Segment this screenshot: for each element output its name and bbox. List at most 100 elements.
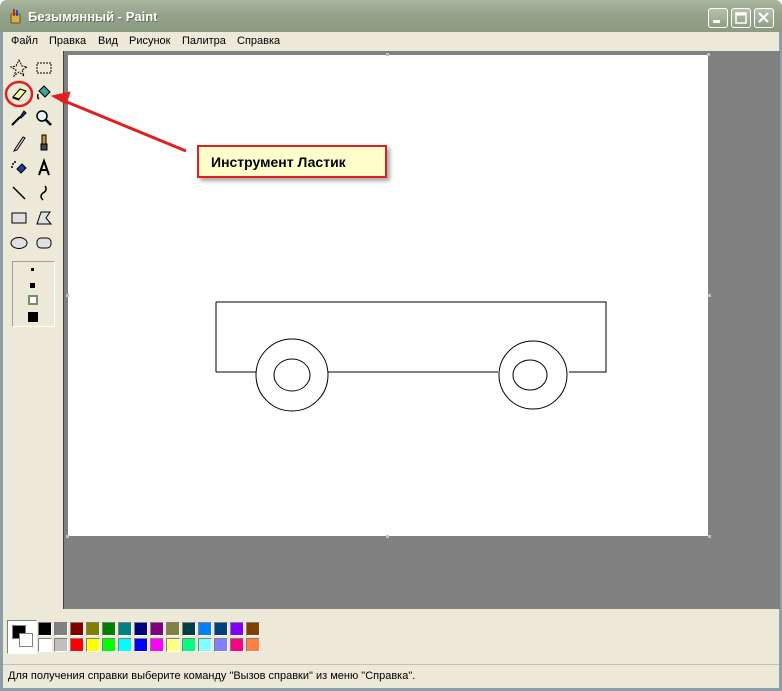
tool-options xyxy=(12,261,55,327)
palette-swatch[interactable] xyxy=(198,638,212,652)
window-frame: Файл Правка Вид Рисунок Палитра Справка xyxy=(3,32,780,688)
tool-curve[interactable] xyxy=(33,182,55,204)
menu-image[interactable]: Рисунок xyxy=(129,35,171,47)
tool-color-picker[interactable] xyxy=(8,107,30,129)
window-title: Безымянный - Paint xyxy=(28,9,158,24)
palette-swatch[interactable] xyxy=(214,638,228,652)
resize-handle-mid-left[interactable] xyxy=(66,294,69,297)
maximize-icon xyxy=(735,12,747,24)
palette-swatch[interactable] xyxy=(54,622,68,636)
rect-select-icon xyxy=(36,62,52,74)
tool-line[interactable] xyxy=(8,182,30,204)
tool-polygon[interactable] xyxy=(33,207,55,229)
resize-handle-top-right[interactable] xyxy=(707,53,710,56)
pencil-icon xyxy=(13,136,26,152)
status-text: Для получения справки выберите команду "… xyxy=(8,670,416,682)
brush-icon xyxy=(40,134,48,151)
resize-handle-bottom-right[interactable] xyxy=(708,535,711,538)
palette-swatch[interactable] xyxy=(86,622,100,636)
background-color xyxy=(19,633,33,647)
color-preview[interactable] xyxy=(7,620,37,654)
tool-text[interactable] xyxy=(33,157,55,179)
palette-swatch[interactable] xyxy=(166,638,180,652)
resize-handle-bottom-left[interactable] xyxy=(66,535,69,538)
palette-swatch[interactable] xyxy=(134,638,148,652)
airbrush-icon xyxy=(11,161,27,174)
option-size-4[interactable] xyxy=(28,312,38,322)
polygon-icon xyxy=(36,211,53,225)
curve-icon xyxy=(40,185,47,201)
palette-swatch[interactable] xyxy=(38,638,52,652)
free-select-icon xyxy=(9,58,29,78)
palette-swatch[interactable] xyxy=(198,622,212,636)
palette-swatch[interactable] xyxy=(182,638,196,652)
menu-file[interactable]: Файл xyxy=(11,35,38,47)
palette-swatch[interactable] xyxy=(150,638,164,652)
close-button[interactable] xyxy=(754,8,774,28)
drawing-canvas[interactable] xyxy=(68,55,708,536)
annotation-callout: Инструмент Ластик xyxy=(197,145,387,178)
option-size-1[interactable] xyxy=(31,268,34,271)
minimize-button[interactable] xyxy=(708,8,728,28)
maximize-button[interactable] xyxy=(731,8,751,28)
tool-magnifier[interactable] xyxy=(33,107,55,129)
toolbox xyxy=(3,51,61,609)
annotation-label: Инструмент Ластик xyxy=(211,154,346,170)
palette-swatch[interactable] xyxy=(70,638,84,652)
palette-swatch[interactable] xyxy=(214,622,228,636)
option-size-2[interactable] xyxy=(30,283,35,288)
palette-swatch[interactable] xyxy=(230,638,244,652)
palette-swatch[interactable] xyxy=(182,622,196,636)
eraser-icon xyxy=(12,88,27,101)
line-icon xyxy=(12,186,26,200)
tool-ellipse[interactable] xyxy=(8,232,30,254)
option-size-3[interactable] xyxy=(28,295,38,305)
tool-brush[interactable] xyxy=(33,132,55,154)
resize-handle-top-mid[interactable] xyxy=(386,53,389,56)
menu-view[interactable]: Вид xyxy=(98,35,118,47)
text-icon xyxy=(38,158,50,176)
palette-swatch[interactable] xyxy=(134,622,148,636)
menu-bar: Файл Правка Вид Рисунок Палитра Справка xyxy=(3,32,779,51)
palette-swatch[interactable] xyxy=(70,622,84,636)
resize-handle-mid-right[interactable] xyxy=(708,294,711,297)
tool-rectangle[interactable] xyxy=(8,207,30,229)
tool-airbrush[interactable] xyxy=(8,157,30,179)
car-drawing xyxy=(215,301,607,412)
color-picker-icon xyxy=(11,110,27,126)
palette-swatch[interactable] xyxy=(102,638,116,652)
color-palette xyxy=(3,610,779,660)
palette-swatch[interactable] xyxy=(150,622,164,636)
ellipse-icon xyxy=(10,237,28,249)
canvas-area xyxy=(63,51,780,609)
menu-palette[interactable]: Палитра xyxy=(182,35,226,47)
rectangle-icon xyxy=(11,212,27,224)
paint-app-icon xyxy=(10,9,21,24)
palette-swatch[interactable] xyxy=(118,622,132,636)
menu-help[interactable]: Справка xyxy=(237,35,280,47)
minimize-icon xyxy=(713,20,720,23)
paint-window: Безымянный - Paint Файл Правка Вид Рисун… xyxy=(0,0,782,691)
tool-rounded-rect[interactable] xyxy=(33,232,55,254)
palette-swatch[interactable] xyxy=(54,638,68,652)
palette-swatch[interactable] xyxy=(166,622,180,636)
tool-pencil[interactable] xyxy=(8,132,30,154)
palette-swatch[interactable] xyxy=(38,622,52,636)
menu-edit[interactable]: Правка xyxy=(49,35,86,47)
tool-rect-select[interactable] xyxy=(33,57,55,79)
palette-swatch[interactable] xyxy=(230,622,244,636)
palette-swatch[interactable] xyxy=(246,622,260,636)
tool-fill[interactable] xyxy=(33,82,55,104)
resize-handle-bottom-mid[interactable] xyxy=(386,535,389,538)
magnifier-icon xyxy=(36,110,52,126)
palette-swatch[interactable] xyxy=(246,638,260,652)
close-icon xyxy=(758,12,769,23)
rounded-rect-icon xyxy=(36,237,52,249)
tool-free-select[interactable] xyxy=(8,57,30,79)
tool-eraser[interactable] xyxy=(8,82,30,104)
palette-swatch[interactable] xyxy=(118,638,132,652)
palette-swatch[interactable] xyxy=(86,638,100,652)
palette-swatch[interactable] xyxy=(102,622,116,636)
title-bar[interactable]: Безымянный - Paint xyxy=(0,0,782,32)
fill-icon xyxy=(36,85,51,100)
